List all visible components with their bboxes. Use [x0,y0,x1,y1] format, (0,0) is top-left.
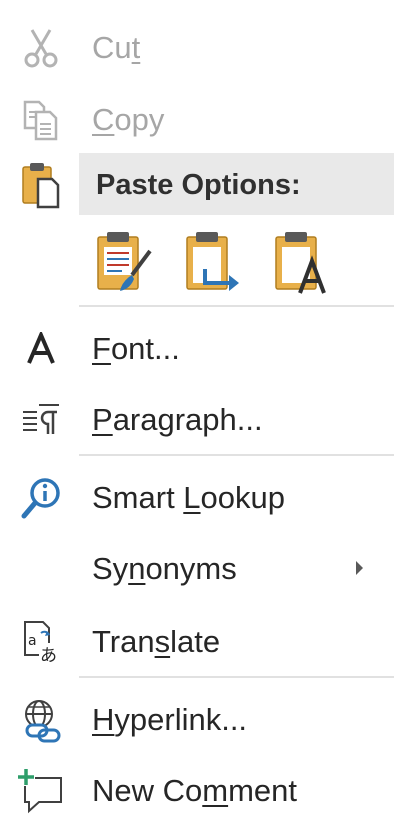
menu-item-synonyms[interactable]: Synonyms [0,547,394,591]
paragraph-icon [14,398,68,442]
svg-text:a: a [28,633,37,649]
new-comment-icon [14,767,68,815]
separator [79,454,394,456]
cut-label: Cut [92,30,141,65]
menu-item-cut[interactable]: Cut [0,26,394,70]
copy-icon [14,98,68,142]
menu-item-hyperlink[interactable]: Hyperlink... [0,696,394,744]
hyperlink-label: Hyperlink... [92,702,248,737]
separator [79,676,394,678]
smart-lookup-icon [14,476,68,520]
submenu-arrow-icon [356,561,363,575]
menu-item-translate[interactable]: a あ Translate [0,618,394,666]
svg-text:あ: あ [40,646,57,665]
paragraph-label: Paragraph... [92,402,263,437]
synonyms-label: Synonyms [92,551,237,586]
menu-item-smart-lookup[interactable]: Smart Lookup [0,476,394,520]
menu-item-paragraph[interactable]: Paragraph... [0,398,394,442]
menu-item-font[interactable]: Font... [0,327,394,371]
new-comment-label: New Comment [92,773,298,808]
translate-label: Translate [92,624,221,659]
keep-text-only-icon[interactable] [270,229,334,295]
separator [79,305,394,307]
menu-item-copy[interactable]: Copy [0,98,394,142]
paste-icon [14,160,68,210]
scissors-icon [14,26,68,70]
font-label: Font... [92,331,180,366]
translate-icon: a あ [14,618,68,666]
copy-label: Copy [92,102,165,137]
hyperlink-icon [14,696,68,744]
font-icon [14,327,68,371]
menu-item-new-comment[interactable]: New Comment [0,767,394,815]
paste-options-label: Paste Options: [96,169,301,201]
keep-source-formatting-icon[interactable] [92,229,156,295]
merge-formatting-icon[interactable] [181,229,245,295]
smart-lookup-label: Smart Lookup [92,480,286,515]
